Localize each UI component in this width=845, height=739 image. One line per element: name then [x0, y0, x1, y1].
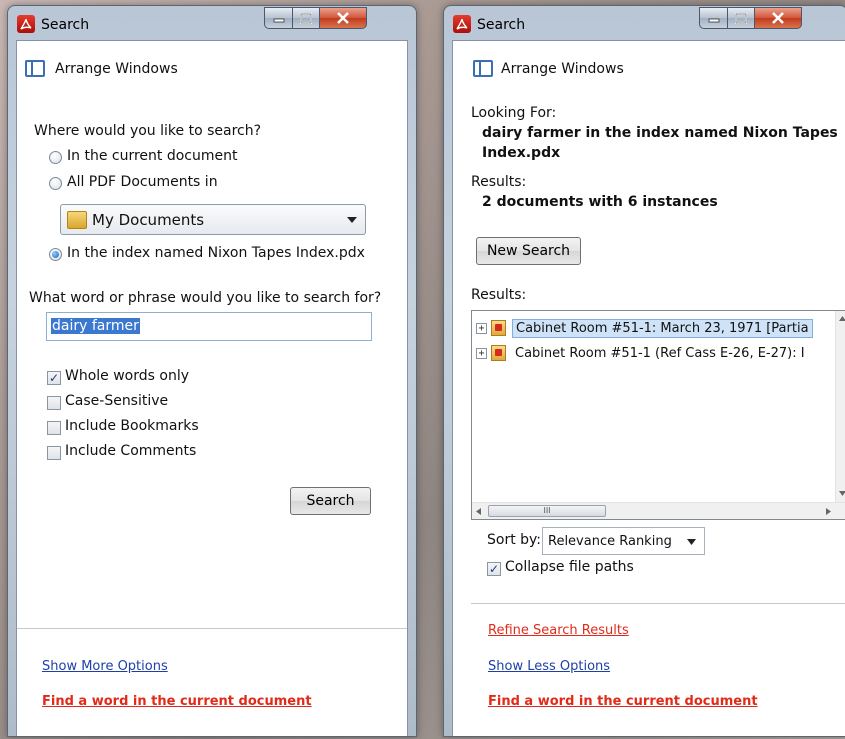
vertical-scrollbar[interactable] — [835, 311, 845, 502]
results-list-label: Results: — [471, 287, 527, 303]
radio-all-pdf-documents[interactable] — [49, 177, 62, 190]
arrange-windows-icon[interactable] — [473, 60, 493, 77]
minimize-icon — [708, 18, 719, 23]
window-title: Search — [477, 17, 526, 33]
pdf-document-icon — [491, 345, 506, 361]
refine-search-results-link[interactable]: Refine Search Results — [488, 623, 629, 638]
window-controls — [699, 7, 802, 29]
results-label: Results: — [471, 174, 527, 190]
search-panel: Arrange Windows Where would you like to … — [16, 40, 408, 736]
maximize-button[interactable] — [728, 7, 755, 29]
results-summary: 2 documents with 6 instances — [482, 194, 718, 210]
scroll-left-icon[interactable] — [476, 508, 481, 515]
scroll-thumb[interactable]: III — [488, 505, 606, 517]
chevron-down-icon — [347, 217, 357, 223]
maximize-icon — [300, 12, 312, 24]
checkbox-label-case-sensitive: Case-Sensitive — [65, 393, 169, 409]
close-button[interactable] — [755, 7, 802, 29]
show-more-options-link[interactable]: Show More Options — [42, 659, 168, 674]
window-title: Search — [41, 17, 90, 33]
checkbox-label-include-comments: Include Comments — [65, 443, 197, 459]
checkbox-case-sensitive[interactable] — [47, 396, 61, 410]
result-row[interactable]: + Cabinet Room #51-1 (Ref Cass E-26, E-2… — [476, 342, 808, 364]
looking-for-label: Looking For: — [471, 105, 557, 121]
title-bar[interactable]: Search — [444, 6, 845, 40]
radio-current-document[interactable] — [49, 151, 62, 164]
radio-label-index: In the index named Nixon Tapes Index.pdx — [67, 245, 365, 261]
search-button[interactable]: Search — [290, 487, 371, 515]
horizontal-scrollbar[interactable]: III — [472, 502, 845, 519]
result-row[interactable]: + Cabinet Room #51-1: March 23, 1971 [Pa… — [476, 317, 813, 339]
folder-icon — [67, 211, 87, 229]
checkbox-collapse-file-paths[interactable]: ✓ — [487, 562, 501, 576]
phrase-prompt: What word or phrase would you like to se… — [29, 290, 382, 306]
divider — [471, 603, 845, 604]
minimize-icon — [273, 18, 284, 23]
search-window-right: Search Arrange Windows Looking For: dair… — [443, 5, 845, 737]
checkbox-whole-words[interactable]: ✓ — [47, 371, 61, 385]
result-title: Cabinet Room #51-1: March 23, 1971 [Part… — [512, 318, 813, 338]
checkbox-label-collapse-file-paths: Collapse file paths — [505, 559, 634, 575]
divider — [17, 628, 407, 629]
minimize-button[interactable] — [264, 7, 293, 29]
maximize-button[interactable] — [293, 7, 320, 29]
scroll-right-icon[interactable] — [826, 508, 831, 515]
radio-index[interactable] — [49, 248, 62, 261]
pdf-document-icon — [491, 320, 506, 336]
checkbox-label-include-bookmarks: Include Bookmarks — [65, 418, 199, 434]
find-word-link[interactable]: Find a word in the current document — [488, 694, 758, 709]
arrange-windows-link[interactable]: Arrange Windows — [55, 61, 178, 77]
folder-dropdown-value: My Documents — [92, 211, 205, 229]
title-bar[interactable]: Search — [8, 6, 416, 40]
window-controls — [264, 7, 367, 29]
show-less-options-link[interactable]: Show Less Options — [488, 659, 610, 674]
looking-for-value-line2: Index.pdx — [482, 145, 561, 161]
sort-by-select[interactable]: Relevance Ranking — [542, 527, 705, 555]
where-prompt: Where would you like to search? — [34, 123, 262, 139]
close-icon — [337, 12, 349, 24]
acrobat-icon — [453, 15, 471, 33]
radio-label-all-pdf-documents: All PDF Documents in — [67, 174, 218, 190]
search-window-left: Search Arrange Windows Where would you l… — [7, 5, 417, 737]
search-results-panel: Arrange Windows Looking For: dairy farme… — [452, 40, 845, 736]
checkbox-include-bookmarks[interactable] — [47, 421, 61, 435]
acrobat-icon — [17, 15, 35, 33]
chevron-down-icon — [687, 539, 696, 545]
checkbox-label-whole-words: Whole words only — [65, 368, 190, 384]
close-icon — [772, 12, 784, 24]
minimize-button[interactable] — [699, 7, 728, 29]
folder-dropdown[interactable]: My Documents — [60, 204, 366, 235]
expand-icon[interactable]: + — [476, 322, 487, 334]
close-button[interactable] — [320, 7, 367, 29]
maximize-icon — [735, 12, 747, 24]
arrange-windows-link[interactable]: Arrange Windows — [501, 61, 624, 77]
search-input[interactable]: dairy farmer — [46, 312, 372, 341]
sort-by-value: Relevance Ranking — [548, 533, 672, 549]
checkbox-include-comments[interactable] — [47, 446, 61, 460]
new-search-button[interactable]: New Search — [476, 237, 581, 265]
arrange-windows-icon[interactable] — [25, 60, 45, 77]
results-tree[interactable]: + Cabinet Room #51-1: March 23, 1971 [Pa… — [471, 310, 845, 520]
radio-label-current-document: In the current document — [67, 148, 238, 164]
sort-by-label: Sort by: — [487, 532, 542, 548]
looking-for-value-line1: dairy farmer in the index named Nixon Ta… — [482, 125, 838, 141]
find-word-link[interactable]: Find a word in the current document — [42, 694, 312, 709]
scroll-down-icon[interactable] — [839, 491, 845, 496]
expand-icon[interactable]: + — [476, 347, 487, 359]
scroll-up-icon[interactable] — [839, 316, 845, 321]
search-input-value: dairy farmer — [51, 318, 140, 334]
result-title: Cabinet Room #51-1 (Ref Cass E-26, E-27)… — [515, 345, 805, 361]
